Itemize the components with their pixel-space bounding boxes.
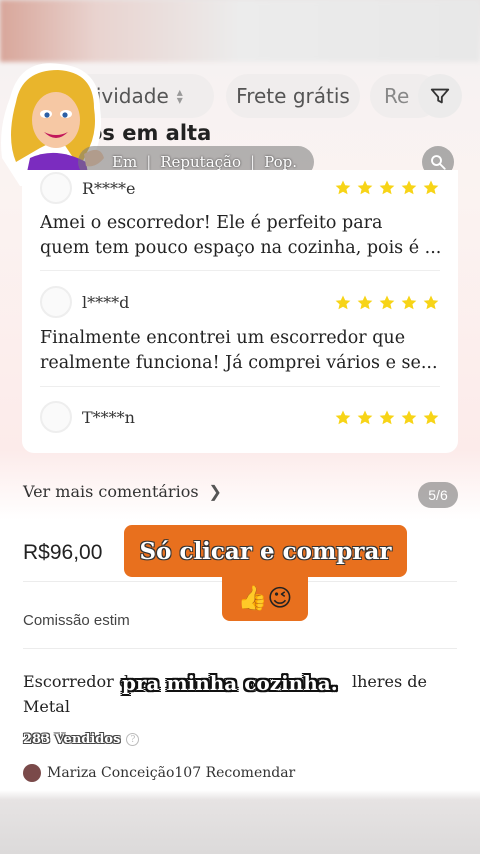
star-icon <box>335 410 351 425</box>
commission-label: Comissão estim <box>23 612 130 629</box>
page-indicator: 5/6 <box>418 482 458 508</box>
star-icon <box>379 295 395 310</box>
sort-option-1[interactable]: Em <box>112 153 137 171</box>
review-username: l****d <box>82 292 130 312</box>
star-icon <box>379 410 395 425</box>
filter-partial-label: Re <box>384 84 410 108</box>
divider <box>40 386 440 387</box>
star-icon <box>401 295 417 310</box>
screen: tividade ▴ ▾ Frete grátis Re os em alta E… <box>0 0 480 854</box>
more-comments-label: Ver mais comentários <box>23 482 199 501</box>
review-text-line1: Finalmente encontrei um escorredor que <box>40 328 406 348</box>
review-header: T****n <box>40 401 135 433</box>
filter-frete-chip[interactable]: Frete grátis <box>226 74 360 118</box>
filter-frete-label: Frete grátis <box>236 84 350 108</box>
sort-arrows-icon: ▴ ▾ <box>176 85 183 107</box>
review-text-line2: realmente funciona! Já comprei vários e … <box>40 353 438 373</box>
video-caption: pra minha cozinha. <box>122 671 338 695</box>
product-title-prefix: Escorredor d <box>23 672 130 691</box>
help-icon[interactable]: ? <box>126 733 140 746</box>
recommender-label: Mariza Conceição107 Recomendar <box>47 765 296 781</box>
sold-count: 283 Vendidos ? <box>23 732 140 747</box>
star-icon <box>335 180 351 195</box>
product-title-suffix: lheres de <box>352 672 428 691</box>
review-stars <box>334 294 440 312</box>
search-icon <box>431 155 446 170</box>
star-icon <box>423 180 439 195</box>
review-stars <box>334 179 440 197</box>
star-icon <box>379 180 395 195</box>
filter-button[interactable] <box>418 74 462 118</box>
chevron-right-icon: ❯ <box>208 482 222 501</box>
avatar <box>23 764 41 782</box>
review-header: l****d <box>40 286 129 318</box>
avatar <box>40 401 72 433</box>
star-icon <box>335 295 351 310</box>
recommender-row[interactable]: Mariza Conceição107 Recomendar <box>23 764 295 782</box>
review-text-line2: quem tem pouco espaço na cozinha, pois é… <box>40 238 440 258</box>
star-icon <box>357 295 373 310</box>
star-icon <box>423 295 439 310</box>
star-icon <box>401 410 417 425</box>
star-icon <box>401 180 417 195</box>
star-icon <box>357 180 373 195</box>
emoji-overlay: 👍😉 <box>222 575 308 621</box>
product-price: R$96,00 <box>23 541 103 564</box>
top-blur <box>0 0 480 62</box>
avatar <box>40 286 72 318</box>
avatar <box>40 172 72 204</box>
review-header: R****e <box>40 172 136 204</box>
promo-overlay: Só clicar e comprar <box>124 525 407 577</box>
review-text-line1: Amei o escorredor! Ele é perfeito para <box>40 213 383 233</box>
review-stars <box>334 409 440 427</box>
product-title-line2: Metal <box>23 697 70 716</box>
review-username: R****e <box>82 178 136 198</box>
divider <box>40 270 440 271</box>
filter-funnel-icon <box>430 88 450 104</box>
sold-count-label: 283 Vendidos <box>23 732 121 747</box>
sort-option-popular[interactable]: Pop. <box>264 153 297 171</box>
sort-option-reputation[interactable]: Reputação <box>160 153 241 171</box>
star-icon <box>357 410 373 425</box>
star-icon <box>423 410 439 425</box>
more-comments-link[interactable]: Ver mais comentários ❯ <box>23 482 222 501</box>
divider <box>23 648 457 649</box>
reviews-card: R****e Amei o escorredor! Ele é perfeito… <box>22 170 458 453</box>
review-username: T****n <box>82 407 135 427</box>
